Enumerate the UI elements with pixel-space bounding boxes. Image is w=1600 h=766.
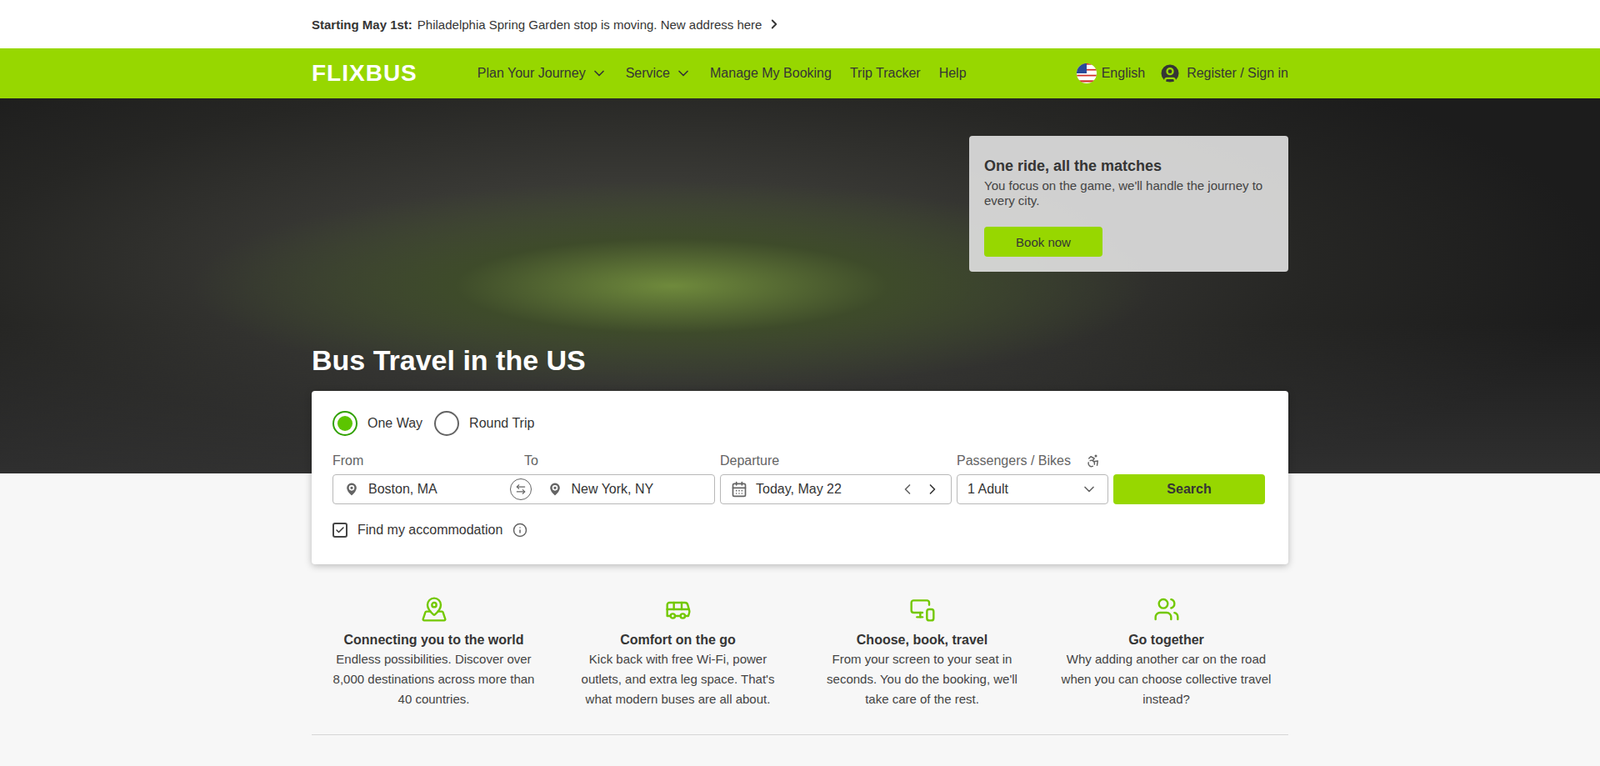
- feature-text: Endless possibilities. Discover over 8,0…: [326, 649, 541, 710]
- accommodation-checkbox[interactable]: Find my accommodation: [332, 522, 1268, 538]
- radio-circle[interactable]: [434, 410, 460, 436]
- feature: Connecting you to the worldEndless possi…: [311, 595, 556, 710]
- pin-icon: [343, 480, 360, 498]
- chevron-down-icon: [675, 65, 692, 82]
- wheelchair-icon[interactable]: [1085, 453, 1101, 469]
- language-selector[interactable]: English: [1076, 63, 1145, 84]
- from-to-field[interactable]: Boston, MA New York, NY: [332, 474, 715, 505]
- from-label: From: [332, 452, 525, 470]
- pin-icon: [546, 480, 564, 498]
- promo-card: One ride, all the matches You focus on th…: [969, 135, 1289, 272]
- previous-day-button[interactable]: [899, 480, 916, 498]
- trip-type-radio[interactable]: Round Trip: [434, 410, 535, 436]
- devices-icon: [909, 595, 936, 623]
- announcement-label: Starting May 1st:: [311, 17, 413, 32]
- promo-title: One ride, all the matches: [984, 157, 1274, 175]
- feature: Comfort on the goKick back with free Wi-…: [555, 595, 800, 710]
- to-label: To: [524, 452, 715, 470]
- nav-link[interactable]: Help: [939, 65, 967, 81]
- bus-icon: [665, 595, 692, 623]
- account-link[interactable]: Register / Sign in: [1158, 61, 1289, 85]
- feature: Go togetherWhy adding another car on the…: [1044, 595, 1289, 710]
- swap-icon: [515, 483, 527, 495]
- departure-field[interactable]: Today, May 22: [720, 474, 952, 505]
- nav-link[interactable]: Service: [625, 65, 692, 82]
- announcement-text[interactable]: Philadelphia Spring Garden stop is movin…: [417, 17, 763, 32]
- feature-title: Choose, book, travel: [856, 632, 988, 648]
- chevron-right-icon: [924, 480, 941, 498]
- check-icon: [335, 525, 345, 535]
- announcement-bar[interactable]: Starting May 1st: Philadelphia Spring Gar…: [0, 0, 1600, 49]
- passengers-field[interactable]: 1 Adult: [956, 474, 1109, 505]
- logo[interactable]: FLIXBUS: [311, 60, 418, 87]
- chevron-left-icon: [899, 480, 916, 498]
- feature-title: Connecting you to the world: [344, 632, 525, 648]
- promo-text: You focus on the game, we'll handle the …: [984, 178, 1274, 209]
- us-flag-icon: [1076, 63, 1097, 84]
- feature-title: Go together: [1128, 632, 1205, 648]
- calendar-icon: [730, 480, 748, 498]
- feature: Choose, book, travelFrom your screen to …: [800, 595, 1045, 710]
- nav-bar: FLIXBUS Plan Your Journey Service Manage My…: [0, 48, 1600, 99]
- hero-title: Bus Travel in the US: [311, 343, 1289, 377]
- departure-label: Departure: [720, 452, 952, 470]
- chevron-right-icon[interactable]: [766, 16, 782, 32]
- checkbox[interactable]: [332, 522, 348, 538]
- feature-text: Kick back with free Wi-Fi, power outlets…: [570, 649, 785, 710]
- features: Connecting you to the worldEndless possi…: [311, 564, 1289, 735]
- search-card: One Way Round Trip FromTo Boston, MA New Yor…: [311, 390, 1289, 565]
- trip-type-group: One Way Round Trip: [332, 410, 1268, 436]
- radio-dot: [337, 415, 353, 431]
- feature-title: Comfort on the go: [620, 632, 736, 648]
- user-icon: [1158, 61, 1182, 85]
- book-now-button[interactable]: Book now: [984, 226, 1103, 257]
- nav-links: Plan Your Journey Service Manage My Bookin…: [477, 65, 967, 82]
- swap-button[interactable]: [510, 478, 532, 500]
- radio-circle[interactable]: [332, 410, 358, 436]
- info-icon[interactable]: [512, 522, 528, 538]
- from-input[interactable]: Boston, MA: [343, 480, 502, 498]
- search-button[interactable]: Search: [1113, 474, 1265, 505]
- feature-text: From your screen to your seat in seconds…: [815, 649, 1030, 710]
- trip-type-radio[interactable]: One Way: [332, 410, 423, 436]
- feature-text: Why adding another car on the road when …: [1059, 649, 1274, 710]
- chevron-down-icon: [590, 65, 608, 82]
- nav-link[interactable]: Manage My Booking: [710, 65, 832, 81]
- to-input[interactable]: New York, NY: [546, 480, 705, 498]
- nav-link[interactable]: Plan Your Journey: [477, 65, 608, 82]
- group-icon: [1153, 595, 1180, 623]
- next-day-button[interactable]: [924, 480, 941, 498]
- nav-link[interactable]: Trip Tracker: [850, 65, 921, 81]
- passengers-label: Passengers / Bikes: [956, 452, 1109, 470]
- page: Starting May 1st: Philadelphia Spring Gar…: [0, 0, 1600, 766]
- chevron-down-icon: [1080, 480, 1098, 498]
- map-pin-icon: [420, 595, 448, 623]
